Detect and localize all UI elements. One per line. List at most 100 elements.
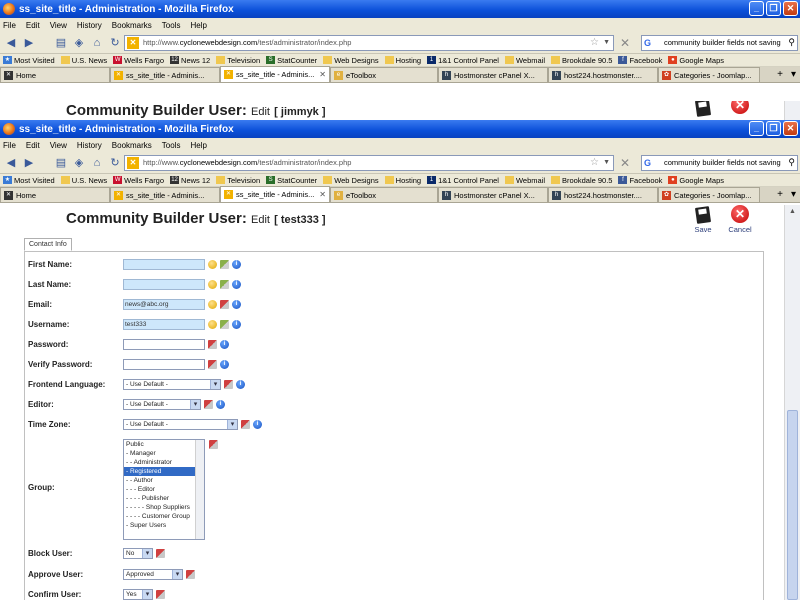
bookmark-wells-fargo[interactable]: W Wells Fargo [113, 56, 164, 65]
tab-etoolbox[interactable]: e eToolbox [330, 187, 438, 202]
bookmark-web-designs[interactable]: Web Designs [323, 56, 379, 65]
menu-bookmarks[interactable]: Bookmarks [112, 21, 152, 30]
username-input[interactable]: test333 [123, 318, 205, 330]
info-icon[interactable]: i [232, 259, 241, 269]
bookmark-most-visited[interactable]: ★ Most Visited [3, 56, 55, 65]
url-bar[interactable]: ✕ http://www. cyclonewebdesign.com/test/a… [124, 34, 614, 51]
group-option[interactable]: - Manager [124, 449, 204, 458]
frontend-language-select[interactable]: - Use Default - [123, 378, 221, 390]
bookmark-news12[interactable]: 12 News 12 [170, 176, 210, 185]
menu-view[interactable]: View [50, 21, 67, 30]
addon-icon[interactable]: ◈ [70, 154, 88, 172]
menu-edit[interactable]: Edit [26, 21, 40, 30]
email-input[interactable]: news@abc.org [123, 298, 205, 310]
search-icon[interactable]: ⚲ [788, 37, 795, 48]
verify-password-input[interactable] [123, 358, 205, 370]
save-button[interactable]: Save [688, 206, 718, 234]
tab-categories[interactable]: ✿ Categories - Joomlap... [658, 187, 760, 202]
tab-admin-2[interactable]: ✕ ss_site_title - Adminis... ✕ [220, 66, 330, 82]
back-icon[interactable]: ◀ [2, 34, 20, 52]
tab-admin-1[interactable]: ✕ ss_site_title - Adminis... [110, 187, 220, 202]
tab-close-icon[interactable]: ✕ [319, 70, 326, 79]
menu-help[interactable]: Help [190, 21, 206, 30]
group-option[interactable]: - - - - Customer Group [124, 512, 204, 521]
info-icon[interactable]: i [220, 359, 229, 369]
stop-icon[interactable]: ✕ [620, 156, 630, 170]
print-icon[interactable]: ▤ [52, 34, 70, 52]
bookmark-statcounter[interactable]: S StatCounter [266, 56, 317, 65]
scrollbar-thumb[interactable] [787, 410, 798, 600]
group-option[interactable]: - - Administrator [124, 458, 204, 467]
group-option[interactable]: - - - - Publisher [124, 494, 204, 503]
listbox-scrollbar[interactable] [195, 440, 204, 539]
tab-list-button[interactable]: ▾ [791, 189, 796, 200]
approve-user-select[interactable]: Approved [123, 568, 183, 580]
tab-home[interactable]: ✕ Home [0, 67, 110, 82]
bookmark-hosting[interactable]: Hosting [384, 56, 421, 65]
vertical-scrollbar[interactable] [784, 101, 800, 121]
menu-file[interactable]: File [3, 141, 16, 150]
bookmark-star-icon[interactable]: ☆ [590, 37, 599, 48]
tab-contact-info[interactable]: Contact Info [24, 238, 72, 251]
time-zone-select[interactable]: - Use Default - [123, 418, 238, 430]
tab-host224[interactable]: h host224.hostmonster.... [548, 187, 658, 202]
maximize-button[interactable]: ❐ [766, 121, 781, 136]
url-bar[interactable]: ✕ http://www. cyclonewebdesign.com/test/a… [124, 154, 614, 171]
bookmark-facebook[interactable]: f Facebook [618, 176, 662, 185]
cancel-button[interactable]: ✕ Cancel [725, 205, 755, 234]
editor-select[interactable]: - Use Default - [123, 398, 201, 410]
info-icon[interactable]: i [220, 339, 229, 349]
info-icon[interactable]: i [253, 419, 262, 429]
title-bar[interactable]: ss_site_title - Administration - Mozilla… [0, 0, 800, 18]
tab-list-button[interactable]: ▾ [791, 69, 796, 80]
tab-close-icon[interactable]: ✕ [319, 190, 326, 199]
menu-help[interactable]: Help [190, 141, 206, 150]
tab-etoolbox[interactable]: e eToolbox [330, 67, 438, 82]
home-icon[interactable]: ⌂ [88, 154, 106, 172]
bookmark-brookdale[interactable]: Brookdale 90.5 [551, 56, 612, 65]
scroll-up-icon[interactable]: ▲ [785, 205, 800, 219]
menu-edit[interactable]: Edit [26, 141, 40, 150]
group-option[interactable]: - Super Users [124, 521, 204, 530]
bookmark-most-visited[interactable]: ★ Most Visited [3, 176, 55, 185]
stop-icon[interactable]: ✕ [620, 36, 630, 50]
forward-icon[interactable]: ▶ [20, 34, 38, 52]
group-option[interactable]: Public [124, 440, 204, 449]
info-icon[interactable]: i [232, 279, 241, 289]
search-icon[interactable]: ⚲ [788, 157, 795, 168]
minimize-button[interactable]: _ [749, 1, 764, 16]
tab-admin-2[interactable]: ✕ ss_site_title - Adminis... ✕ [220, 186, 330, 202]
url-dropdown-icon[interactable]: ▼ [603, 159, 610, 166]
bookmark-brookdale[interactable]: Brookdale 90.5 [551, 176, 612, 185]
bookmark-news12[interactable]: 12 News 12 [170, 56, 210, 65]
info-icon[interactable]: i [216, 399, 225, 409]
menu-history[interactable]: History [77, 21, 102, 30]
last-name-input[interactable] [123, 278, 205, 290]
info-icon[interactable]: i [232, 299, 241, 309]
tab-hostmonster-cpanel[interactable]: h Hostmonster cPanel X... [438, 187, 548, 202]
first-name-input[interactable] [123, 258, 205, 270]
bookmark-webmail[interactable]: Webmail [504, 176, 545, 185]
confirm-user-select[interactable]: Yes [123, 588, 153, 600]
tab-admin-1[interactable]: ✕ ss_site_title - Adminis... [110, 67, 220, 82]
group-option[interactable]: - - Author [124, 476, 204, 485]
new-tab-button[interactable]: + [777, 189, 783, 200]
print-icon[interactable]: ▤ [52, 154, 70, 172]
search-box[interactable]: G community builder fields not saving ⚲ [641, 34, 798, 51]
group-listbox[interactable]: Public - Manager - - Administrator - Reg… [123, 439, 205, 540]
reload-icon[interactable]: ↻ [106, 34, 124, 52]
menu-view[interactable]: View [50, 141, 67, 150]
vertical-scrollbar[interactable]: ▲ [784, 205, 800, 600]
tab-categories[interactable]: ✿ Categories - Joomlap... [658, 67, 760, 82]
bookmark-television[interactable]: Television [216, 56, 260, 65]
info-icon[interactable]: i [236, 379, 245, 389]
menu-bookmarks[interactable]: Bookmarks [112, 141, 152, 150]
info-icon[interactable]: i [232, 319, 241, 329]
password-input[interactable] [123, 338, 205, 350]
addon-icon[interactable]: ◈ [70, 34, 88, 52]
cancel-button[interactable]: ✕ [725, 101, 755, 116]
home-icon[interactable]: ⌂ [88, 34, 106, 52]
save-button[interactable] [688, 101, 718, 118]
back-icon[interactable]: ◀ [2, 154, 20, 172]
group-option-selected[interactable]: - Registered [124, 467, 204, 476]
